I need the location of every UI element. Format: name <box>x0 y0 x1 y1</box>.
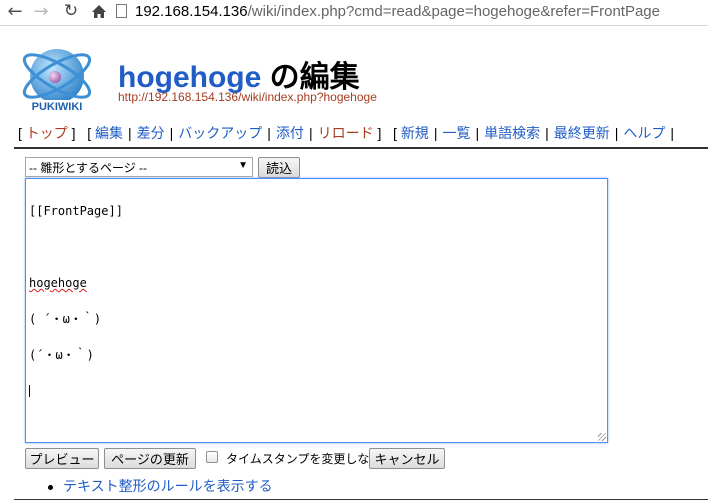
template-select[interactable]: -- 雛形とするページ -- ▼ <box>25 157 253 177</box>
address-bar[interactable]: 192.168.154.136/wiki/index.php?cmd=read&… <box>116 0 708 22</box>
nav-diff-link[interactable]: 差分 <box>137 125 165 141</box>
divider <box>14 147 708 149</box>
rules-link[interactable]: テキスト整形のルールを表示する <box>63 478 273 494</box>
update-page-button[interactable]: ページの更新 <box>104 448 196 469</box>
divider <box>14 499 708 500</box>
url-path: /wiki/index.php?cmd=read&page=hogehoge&r… <box>247 2 660 20</box>
home-icon[interactable] <box>88 0 110 22</box>
template-select-value: -- 雛形とするページ -- <box>29 160 148 175</box>
no-timestamp-checkbox[interactable] <box>206 451 218 463</box>
bullet-icon <box>48 484 53 490</box>
load-button[interactable]: 読込 <box>258 157 300 178</box>
resize-grip-icon[interactable] <box>598 433 606 441</box>
textarea-line: [[FrontPage]] <box>29 204 123 218</box>
nav-help-link[interactable]: ヘルプ <box>623 125 665 141</box>
preview-button[interactable]: プレビュー <box>25 448 99 469</box>
textarea-line: hogehoge <box>29 276 87 290</box>
url-host: 192.168.154.136 <box>135 2 248 20</box>
textarea-line <box>29 241 604 253</box>
logo-text: PUKIWIKI <box>32 101 83 113</box>
page-textarea[interactable]: [[FrontPage]] hogehoge ( ´・ω・｀) (´・ω・｀) <box>25 178 608 443</box>
browser-toolbar: ← → ↻ 192.168.154.136/wiki/index.php?cmd… <box>0 0 708 26</box>
nav-backup-link[interactable]: バックアップ <box>178 125 262 141</box>
nav-top-link[interactable]: トップ <box>26 125 68 141</box>
navigator: [ トップ ] [ 編集 | 差分 | バックアップ | 添付 | リロード ] [ 新規 | 一覧… <box>18 125 675 141</box>
no-timestamp-label: タイムスタンプを変更しない <box>226 452 382 466</box>
nav-new-link[interactable]: 新規 <box>401 125 429 141</box>
page-icon <box>116 4 127 18</box>
nav-edit-link[interactable]: 編集 <box>95 125 123 141</box>
textarea-line: (´・ω・｀) <box>29 348 94 362</box>
text-caret <box>29 385 30 397</box>
dropdown-arrow-icon: ▼ <box>238 160 248 171</box>
forward-arrow-icon[interactable]: → <box>30 0 52 22</box>
page-url[interactable]: http://192.168.154.136/wiki/index.php?ho… <box>118 90 377 104</box>
pukiwiki-logo[interactable]: PUKIWIKI <box>18 40 96 114</box>
cancel-button[interactable]: キャンセル <box>369 448 445 469</box>
rules-list-item: テキスト整形のルールを表示する <box>48 476 273 496</box>
nav-list-link[interactable]: 一覧 <box>442 125 470 141</box>
nav-reload-link[interactable]: リロード <box>318 125 374 141</box>
back-arrow-icon[interactable]: ← <box>4 0 26 22</box>
reload-icon[interactable]: ↻ <box>60 0 82 22</box>
nav-recent-link[interactable]: 最終更新 <box>554 125 610 141</box>
nav-search-link[interactable]: 単語検索 <box>484 125 540 141</box>
nav-attach-link[interactable]: 添付 <box>276 125 304 141</box>
textarea-line: ( ´・ω・｀) <box>29 312 102 326</box>
